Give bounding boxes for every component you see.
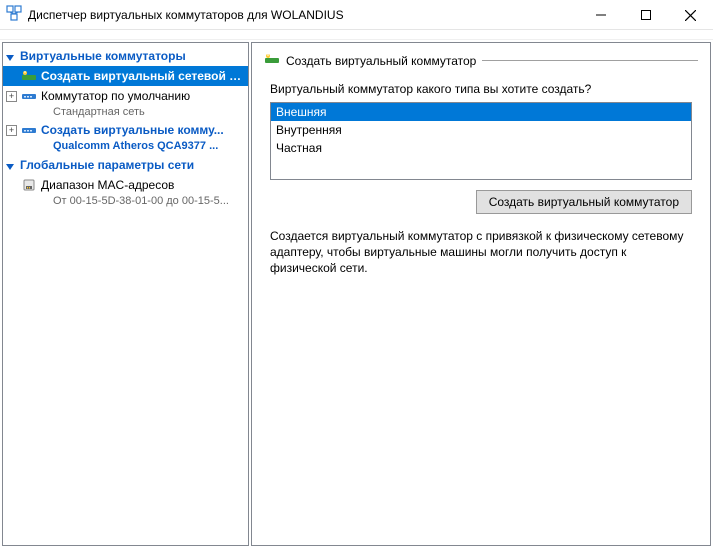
- description-text: Создается виртуальный коммутатор с привя…: [270, 228, 692, 277]
- option-external[interactable]: Внешняя: [271, 103, 691, 121]
- tree-item-new-switch[interactable]: Создать виртуальный сетевой к...: [3, 66, 248, 86]
- tree-item-label: Создать виртуальный сетевой к...: [41, 69, 245, 83]
- maximize-button[interactable]: [623, 0, 668, 30]
- option-private[interactable]: Частная: [271, 139, 691, 157]
- switch-new-icon: [21, 68, 37, 84]
- window-controls: [578, 0, 713, 29]
- option-internal[interactable]: Внутренняя: [271, 121, 691, 139]
- tree-item-label: Диапазон MAC-адресов: [41, 178, 174, 192]
- nic-icon: [21, 177, 37, 193]
- window-title: Диспетчер виртуальных коммутаторов для W…: [28, 8, 578, 22]
- expand-icon[interactable]: +: [6, 91, 17, 102]
- tree-item-sublabel: Стандартная сеть: [3, 106, 248, 120]
- tree-item-sublabel: От 00-15-5D-38-01-00 до 00-15-5...: [3, 195, 248, 209]
- tree-item-create-switches[interactable]: + Создать виртуальные комму...: [3, 120, 248, 140]
- switch-new-icon: [264, 51, 280, 70]
- close-button[interactable]: [668, 0, 713, 30]
- section-title: Создать виртуальный коммутатор: [280, 54, 482, 68]
- tree-section-global[interactable]: Глобальные параметры сети: [3, 154, 248, 175]
- create-switch-button[interactable]: Создать виртуальный коммутатор: [476, 190, 692, 214]
- switch-icon: [21, 88, 37, 104]
- content-panel: Создать виртуальный коммутатор Виртуальн…: [251, 42, 711, 546]
- tree-section-switches[interactable]: Виртуальные коммутаторы: [3, 45, 248, 66]
- switch-type-listbox[interactable]: Внешняя Внутренняя Частная: [270, 102, 692, 180]
- divider: [482, 60, 698, 61]
- tree-item-sublabel: Qualcomm Atheros QCA9377 ...: [3, 140, 248, 154]
- tree-item-mac-range[interactable]: Диапазон MAC-адресов: [3, 175, 248, 195]
- minimize-button[interactable]: [578, 0, 623, 30]
- prompt-text: Виртуальный коммутатор какого типа вы хо…: [270, 82, 698, 96]
- chevron-down-icon: [6, 50, 18, 62]
- chevron-down-icon: [6, 159, 18, 171]
- titlebar: Диспетчер виртуальных коммутаторов для W…: [0, 0, 713, 30]
- tree-item-label: Создать виртуальные комму...: [41, 123, 224, 137]
- tree-section-label: Глобальные параметры сети: [20, 158, 194, 172]
- main-area: Виртуальные коммутаторы Создать виртуаль…: [0, 40, 713, 548]
- expand-icon[interactable]: +: [6, 125, 17, 136]
- tree-panel: Виртуальные коммутаторы Создать виртуаль…: [2, 42, 249, 546]
- action-row: Создать виртуальный коммутатор: [270, 190, 692, 214]
- tree-item-label: Коммутатор по умолчанию: [41, 89, 190, 103]
- switch-icon: [21, 122, 37, 138]
- menubar: [0, 30, 713, 40]
- tree-item-default-switch[interactable]: + Коммутатор по умолчанию: [3, 86, 248, 106]
- tree-section-label: Виртуальные коммутаторы: [20, 49, 186, 63]
- section-header: Создать виртуальный коммутатор: [264, 51, 698, 70]
- app-icon: [6, 5, 22, 24]
